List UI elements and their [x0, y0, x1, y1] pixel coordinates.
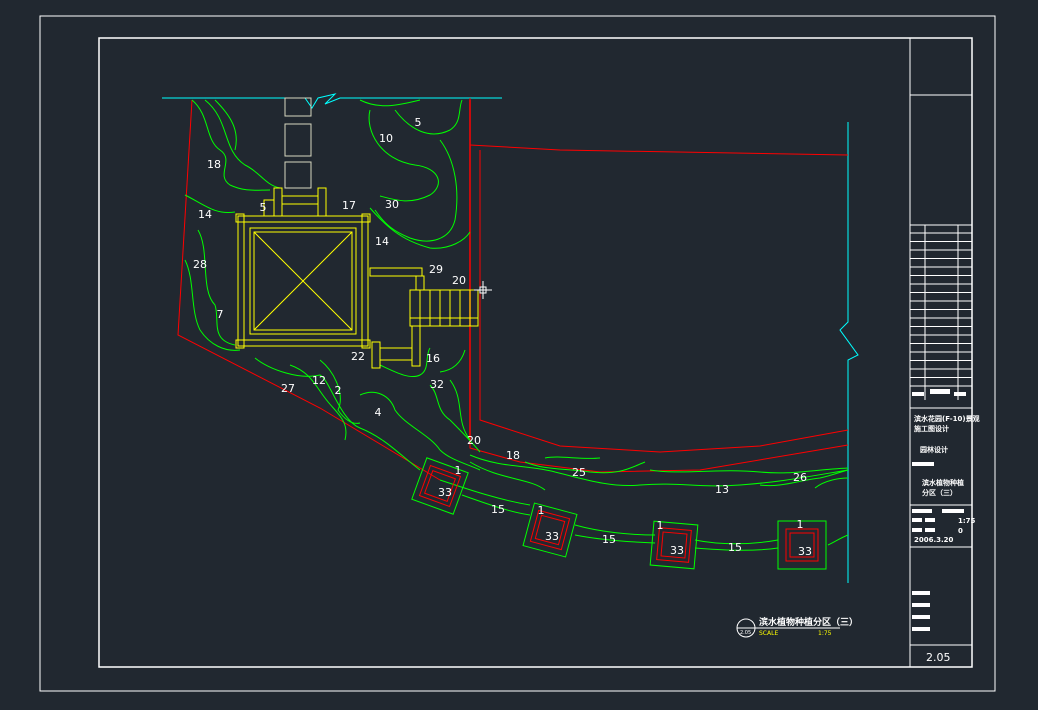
pavilion — [235, 187, 479, 369]
outer-frame — [39, 15, 996, 692]
zone-label: 30 — [385, 198, 399, 211]
drawing-frame — [98, 37, 973, 668]
site-boundary — [177, 98, 849, 481]
zone-label: 32 — [430, 378, 444, 391]
water-edge — [162, 93, 859, 583]
zone-label: 29 — [429, 263, 443, 276]
tb-drawing-title-line2: 分区（三） — [922, 488, 957, 497]
zone-label: 18 — [506, 449, 520, 462]
title-block — [909, 38, 972, 667]
zone-label: 1 — [657, 519, 664, 532]
zone-label: 27 — [281, 382, 295, 395]
tb-project-line2: 施工图设计 — [914, 424, 949, 433]
caption-title: 滨水植物种植分区（三） — [759, 616, 858, 628]
zone-label: 26 — [793, 471, 807, 484]
zone-label: 15 — [491, 503, 505, 516]
cursor-crosshair — [474, 281, 492, 299]
zone-label: 7 — [217, 308, 224, 321]
zone-label: 10 — [379, 132, 393, 145]
stepping-stones — [284, 97, 312, 189]
zone-label: 33 — [545, 530, 559, 543]
zone-label: 22 — [351, 350, 365, 363]
tb-drawing-title-line1: 滨水植物种植 — [922, 478, 964, 487]
zone-label: 13 — [715, 483, 729, 496]
tb-date: 2006.3.20 — [914, 536, 954, 544]
drawing-caption: 滨水植物种植分区（三） 2.05 SCALE 1:75 — [736, 616, 858, 638]
tb-project-line1: 滨水花园(F-10)景观 — [914, 414, 980, 423]
zone-label: 1 — [797, 518, 804, 531]
tb-scale: 1:75 — [958, 517, 976, 525]
zone-label: 1 — [538, 504, 545, 517]
zone-label: 20 — [467, 434, 481, 447]
caption-scale-value: 1:75 — [818, 630, 832, 637]
zone-labels: 5 10 18 14 5 17 30 14 28 29 20 7 22 16 27 12 2 32 4 20 18 25 1… — [193, 116, 812, 558]
tb-revision: 0 — [958, 527, 963, 535]
zone-label: 4 — [375, 406, 382, 419]
zone-label: 14 — [198, 208, 212, 221]
sheet-number: 2.05 — [926, 651, 951, 664]
zone-label: 1 — [455, 464, 462, 477]
zone-label: 25 — [572, 466, 586, 479]
planter-boxes — [411, 457, 827, 570]
zone-label: 5 — [415, 116, 422, 129]
zone-label: 15 — [728, 541, 742, 554]
zone-label: 16 — [426, 352, 440, 365]
zone-label: 14 — [375, 235, 389, 248]
zone-label: 15 — [602, 533, 616, 546]
planting-beds — [184, 99, 849, 551]
zone-label: 17 — [342, 199, 356, 212]
zone-label: 28 — [193, 258, 207, 271]
zone-label: 33 — [798, 545, 812, 558]
title-block-text: 滨水花园(F-10)景观 施工图设计 园林设计 滨水植物种植 分区（三） 1:7… — [912, 389, 980, 664]
zone-label: 2 — [335, 384, 342, 397]
zone-label: 20 — [452, 274, 466, 287]
caption-scale-word: SCALE — [759, 630, 778, 637]
zone-label: 5 — [260, 201, 267, 214]
caption-ref: 2.05 — [740, 630, 751, 636]
zone-label: 33 — [438, 486, 452, 499]
zone-label: 12 — [312, 374, 326, 387]
tb-discipline: 园林设计 — [920, 445, 948, 454]
zone-label: 33 — [670, 544, 684, 557]
zone-label: 18 — [207, 158, 221, 171]
cad-drawing-canvas[interactable]: 滨水花园(F-10)景观 施工图设计 园林设计 滨水植物种植 分区（三） 1:7… — [0, 0, 1038, 710]
